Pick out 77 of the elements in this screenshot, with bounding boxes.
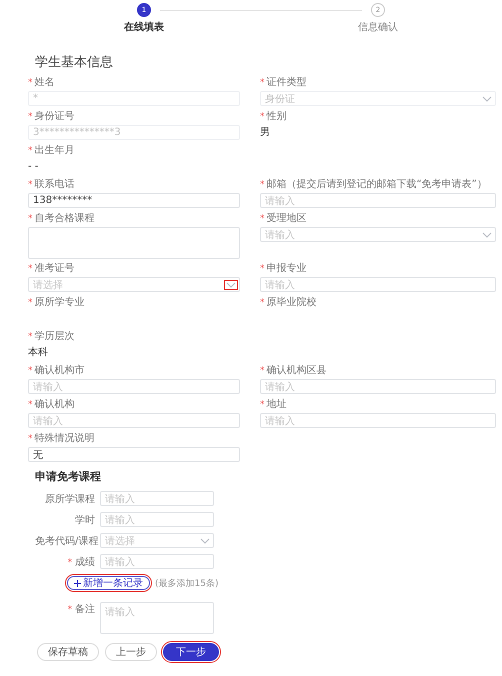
required-mark: * bbox=[260, 297, 264, 309]
section-title: 学生基本信息 bbox=[35, 54, 114, 71]
action-button[interactable]: 下一步 bbox=[163, 643, 219, 661]
input-field[interactable]: 无 bbox=[28, 447, 240, 462]
label-text: 成绩 bbox=[75, 556, 95, 568]
required-mark: * bbox=[28, 331, 32, 343]
required-mark: * bbox=[28, 179, 32, 191]
required-mark: * bbox=[28, 263, 32, 275]
input-field[interactable]: 138******** bbox=[28, 193, 240, 208]
select-field[interactable]: 请选择 bbox=[100, 533, 214, 548]
input-field[interactable]: 请输入 bbox=[100, 491, 214, 506]
label-text: 性别 bbox=[266, 111, 286, 123]
required-mark: * bbox=[28, 111, 32, 123]
label-text: 邮箱（提交后请到登记的邮箱下载“免考申请表”） bbox=[266, 179, 487, 191]
chevron-down-icon[interactable] bbox=[198, 536, 212, 546]
input-field[interactable]: 请输入 bbox=[260, 413, 496, 428]
field-value: 男 bbox=[260, 126, 271, 140]
label-text: 自考合格课程 bbox=[34, 213, 94, 225]
input-field[interactable]: 请输入 bbox=[260, 379, 496, 394]
label-text: 确认机构市 bbox=[34, 365, 84, 377]
label-text: 原所学课程 bbox=[45, 494, 95, 504]
required-mark: * bbox=[28, 297, 32, 309]
required-mark: * bbox=[68, 558, 74, 568]
hint-text: (最多添加15条) bbox=[155, 578, 218, 590]
label-text: 确认机构区县 bbox=[266, 365, 326, 377]
label-text: 确认机构 bbox=[34, 399, 74, 411]
required-mark: * bbox=[28, 145, 32, 157]
chevron-down-icon[interactable] bbox=[224, 280, 238, 290]
required-mark: * bbox=[260, 213, 264, 225]
required-mark: * bbox=[28, 399, 32, 411]
label-text: 原所学专业 bbox=[34, 297, 84, 309]
required-mark: * bbox=[68, 605, 74, 615]
text-area[interactable] bbox=[28, 227, 240, 259]
field-value: - - bbox=[28, 160, 40, 174]
label-text: 备注 bbox=[75, 604, 95, 615]
plus-icon bbox=[74, 580, 81, 586]
required-mark: * bbox=[260, 399, 264, 411]
label-text: 姓名 bbox=[34, 77, 54, 89]
step-label: 在线填表 bbox=[124, 20, 164, 34]
select-field[interactable]: 请输入 bbox=[260, 227, 496, 242]
section-title: 申请免考课程 bbox=[35, 469, 102, 484]
input-field[interactable]: 请输入 bbox=[28, 379, 240, 394]
required-mark: * bbox=[260, 77, 264, 89]
label-text: 准考证号 bbox=[34, 263, 74, 275]
required-mark: * bbox=[260, 365, 264, 377]
label-text: 出生年月 bbox=[34, 145, 74, 157]
chevron-down-icon[interactable] bbox=[480, 230, 494, 240]
input-field[interactable]: 请输入 bbox=[100, 512, 214, 527]
add-record-button[interactable]: 新增一条记录 bbox=[67, 576, 150, 590]
input-field[interactable]: 请输入 bbox=[28, 413, 240, 428]
label-text: 地址 bbox=[266, 399, 286, 411]
field-value: 本科 bbox=[28, 346, 49, 360]
input-field[interactable]: 请输入 bbox=[260, 193, 496, 208]
label-text: 身份证号 bbox=[34, 111, 74, 123]
required-mark: * bbox=[28, 433, 32, 445]
required-mark: * bbox=[28, 213, 32, 225]
action-button[interactable]: 保存草稿 bbox=[37, 643, 99, 661]
label-text: 联系电话 bbox=[34, 179, 74, 191]
required-mark: * bbox=[260, 179, 264, 191]
label-text: 学时 bbox=[75, 514, 95, 526]
label-text: 学历层次 bbox=[34, 331, 74, 343]
action-button[interactable]: 上一步 bbox=[105, 643, 157, 661]
label-text: 受理地区 bbox=[266, 213, 306, 225]
required-mark: * bbox=[260, 263, 264, 275]
required-mark: * bbox=[28, 365, 32, 377]
label-text: 证件类型 bbox=[266, 77, 306, 89]
select-field[interactable]: 请选择 bbox=[28, 277, 240, 292]
text-area[interactable]: 请输入 bbox=[100, 602, 214, 634]
required-mark: * bbox=[260, 111, 264, 123]
label-text: 免考代码/课程 bbox=[35, 536, 98, 546]
input-field[interactable]: 请输入 bbox=[260, 277, 496, 292]
label-text: 申报专业 bbox=[266, 263, 306, 275]
required-mark: * bbox=[28, 77, 32, 89]
label-text: 特殊情况说明 bbox=[34, 433, 94, 445]
step-label: 信息确认 bbox=[358, 20, 398, 34]
label-text: 原毕业院校 bbox=[266, 297, 316, 309]
input-field[interactable]: 请输入 bbox=[100, 554, 214, 569]
